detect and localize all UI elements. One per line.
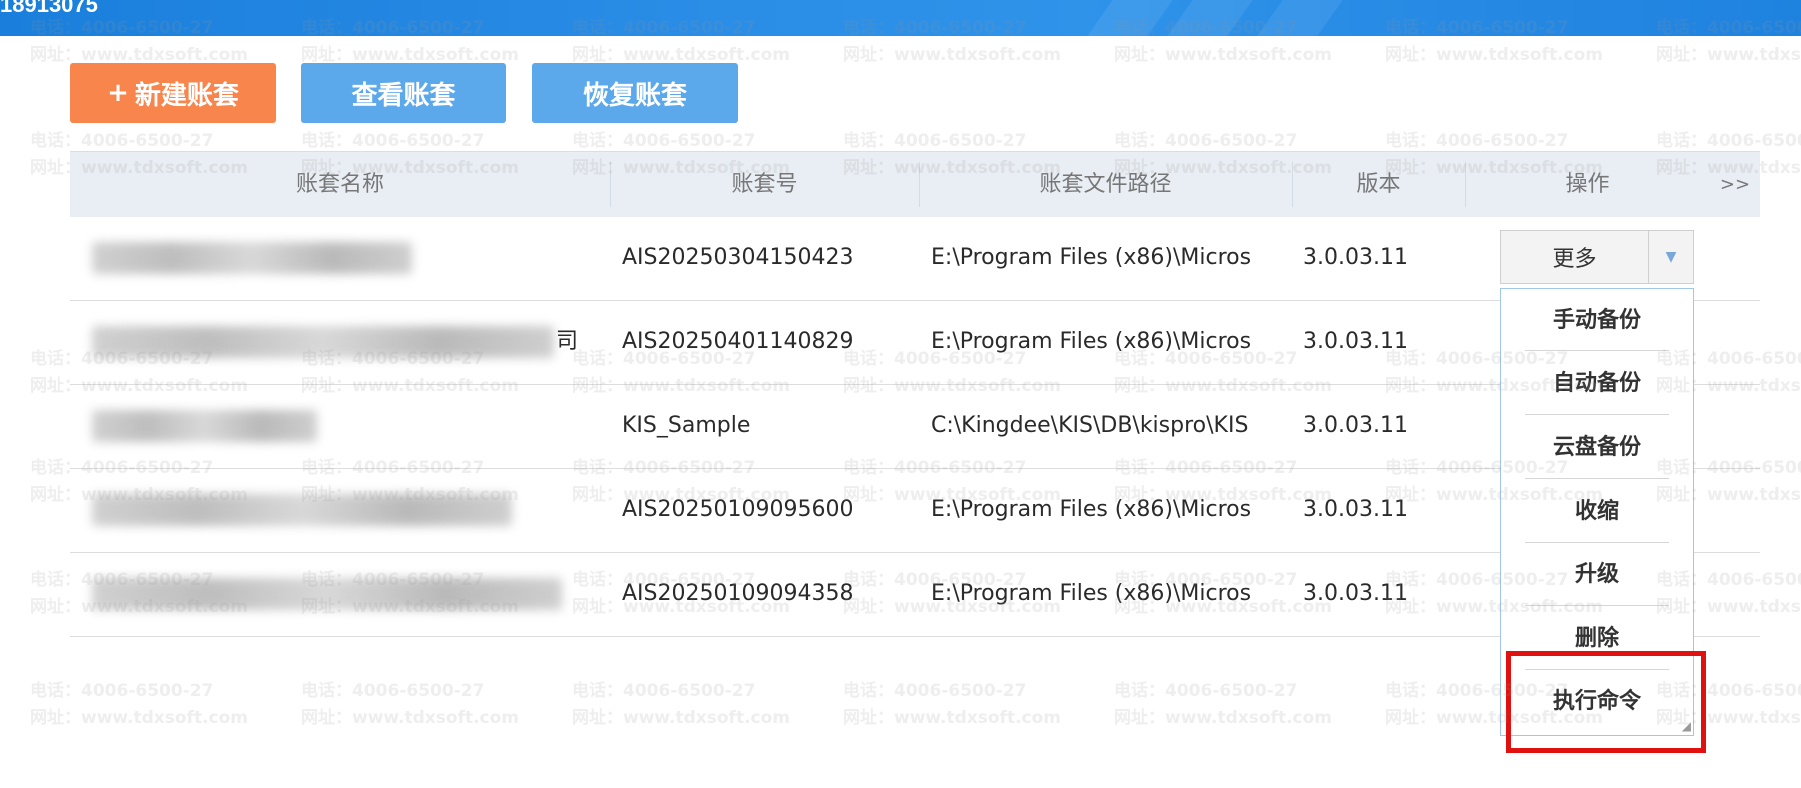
title-bar-stripe [1257,0,1343,36]
highlight-box [1506,651,1706,753]
watermark-text: 电话：4006-6500-27网址：www.tdxsoft.com [301,681,519,728]
menu-item-auto-backup[interactable]: 自动备份 [1501,364,1693,404]
title-bar-stripe [1087,0,1173,36]
more-actions-dropdown[interactable]: 更多 ▼ [1500,230,1694,284]
redacted-name [92,242,412,274]
table-header: 账套名称 账套号 账套文件路径 版本 操作 >> [70,151,1760,217]
column-header-actions[interactable]: 操作 [1465,152,1710,217]
cell-version: 3.0.03.11 [1303,581,1408,606]
watermark-text: 电话：4006-6500-27网址：www.tdxsoft.com [1114,681,1332,728]
menu-item-manual-backup[interactable]: 手动备份 [1501,301,1693,341]
cell-version: 3.0.03.11 [1303,497,1408,522]
watermark-text: 电话：4006-6500-27网址：www.tdxsoft.com [30,681,248,728]
watermark-text: 电话：4006-6500-27网址：www.tdxsoft.com [843,681,1061,728]
menu-item-cloud-backup[interactable]: 云盘备份 [1501,428,1693,468]
cell-file-path: E:\Program Files (x86)\Micros [931,245,1252,270]
column-header-id[interactable]: 账套号 [610,152,919,217]
menu-divider [1525,542,1669,543]
title-bar: 18913075 [0,0,1801,36]
cell-file-path: C:\Kingdee\KIS\DB\kispro\KIS [931,413,1249,438]
cell-file-path: E:\Program Files (x86)\Micros [931,581,1252,606]
plus-icon: + [107,78,129,108]
cell-account-id: AIS20250109095600 [622,497,854,522]
title-bar-stripe [1167,0,1253,36]
more-actions-label[interactable]: 更多 [1501,231,1648,283]
cell-account-id: AIS20250401140829 [622,329,854,354]
column-header-version[interactable]: 版本 [1292,152,1465,217]
redacted-name [92,494,512,526]
menu-divider [1525,605,1669,606]
cell-version: 3.0.03.11 [1303,245,1408,270]
restore-account-set-button[interactable]: 恢复账套 [532,63,738,123]
window-title: 18913075 [0,0,98,17]
cell-file-path: E:\Program Files (x86)\Micros [931,497,1252,522]
more-columns-button[interactable]: >> [1710,152,1760,217]
new-account-set-label: 新建账套 [134,80,239,111]
menu-divider [1525,414,1669,415]
menu-divider [1525,478,1669,479]
cell-account-id: KIS_Sample [622,413,751,438]
chevron-down-icon[interactable]: ▼ [1648,231,1693,283]
new-account-set-button[interactable]: + 新建账套 [70,63,276,123]
redacted-name [92,578,562,610]
cell-account-id: AIS20250109094358 [622,581,854,606]
menu-divider [1525,350,1669,351]
cell-file-path: E:\Program Files (x86)\Micros [931,329,1252,354]
redacted-name [92,410,317,442]
column-header-name[interactable]: 账套名称 [70,152,610,217]
menu-item-upgrade[interactable]: 升级 [1501,555,1693,595]
cell-account-id: AIS20250304150423 [622,245,854,270]
column-header-path[interactable]: 账套文件路径 [919,152,1292,217]
view-account-set-button[interactable]: 查看账套 [301,63,506,123]
redacted-name [92,326,554,358]
watermark-text: 电话：4006-6500-27网址：www.tdxsoft.com [572,681,790,728]
cell-version: 3.0.03.11 [1303,329,1408,354]
menu-item-shrink[interactable]: 收缩 [1501,492,1693,532]
cell-version: 3.0.03.11 [1303,413,1408,438]
cell-name-suffix: 司 [556,329,579,354]
